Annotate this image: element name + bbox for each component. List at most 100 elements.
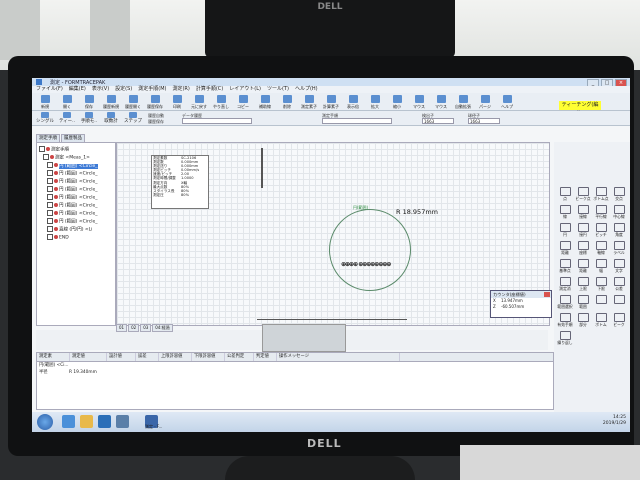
data-history-combo[interactable] (182, 118, 252, 124)
command-button[interactable]: 交点 (610, 186, 628, 202)
command-button[interactable]: ピッチ (592, 222, 610, 238)
counter-close-icon[interactable] (544, 292, 550, 297)
menu-view[interactable]: 表示(V) (92, 86, 109, 93)
command-button[interactable] (610, 294, 628, 310)
tree-checkbox[interactable] (47, 218, 53, 224)
toolbar-button[interactable]: 履歴保存 (144, 93, 166, 111)
system-clock[interactable]: 14:25 2019/1/29 (603, 415, 626, 427)
command-button[interactable]: 測定消 (556, 276, 574, 292)
menu-edit[interactable]: 編集(E) (69, 86, 86, 93)
command-button[interactable]: 繰り返し (556, 330, 574, 346)
command-button[interactable]: 文字 (610, 258, 628, 274)
menu-measure[interactable]: 測定(R) (172, 86, 189, 93)
tree-item[interactable]: 円 (範囲) <Circle_ (47, 210, 98, 217)
menu-layout[interactable]: レイアウト(L) (229, 86, 261, 93)
menu-calc[interactable]: 計算手順(C) (196, 86, 223, 93)
command-button[interactable]: 下限 (592, 276, 610, 292)
procedure-mode-button[interactable]: 手順モ.. (78, 112, 100, 124)
view-tab[interactable]: 01 (116, 324, 128, 332)
command-button[interactable]: ラベル (610, 240, 628, 256)
command-button[interactable]: 円 (556, 222, 574, 238)
toolbar-button[interactable]: ヘルプ (496, 93, 518, 111)
command-button[interactable]: 距離 (556, 240, 574, 256)
toolbar-button[interactable]: 測定素子 (298, 93, 320, 111)
toolbar-button[interactable]: 履歴新規 (100, 93, 122, 111)
step-button[interactable]: ステップ (122, 112, 144, 124)
command-button[interactable]: 点 (556, 186, 574, 202)
detector-combo[interactable]: 1663 (422, 118, 454, 124)
toolbar-button[interactable]: パージ (474, 93, 496, 111)
command-button[interactable]: 公差 (610, 276, 628, 292)
toolbar-button[interactable]: 開く (56, 93, 78, 111)
toolbar-button[interactable]: 拡大 (364, 93, 386, 111)
tree-checkbox[interactable] (47, 170, 53, 176)
command-button[interactable] (592, 294, 610, 310)
command-button[interactable]: ボトム (592, 312, 610, 328)
command-button[interactable]: 基準点 (556, 258, 574, 274)
view-tab[interactable]: 03 (140, 324, 152, 332)
view-tab[interactable]: 04:経過 (152, 324, 173, 332)
tree-checkbox[interactable] (47, 186, 53, 192)
toolbar-button[interactable]: 自動拡張 (452, 93, 474, 111)
command-button[interactable]: 幅 (592, 258, 610, 274)
graphics-canvas[interactable]: 測定素数 SC-2106 測定数 0.000mm 測定送り 0.000mm 測定ピッチ 0.0… (116, 142, 550, 326)
command-button[interactable]: ピーク点 (574, 186, 592, 202)
command-button[interactable]: 接線 (574, 204, 592, 220)
toolbar-button[interactable]: マウス (408, 93, 430, 111)
teach-button[interactable]: ティー.. (56, 112, 78, 124)
toolbar-button[interactable]: 元に戻す (188, 93, 210, 111)
tree-item[interactable]: 直線 (円/円) <Li (47, 226, 92, 233)
result-row[interactable]: 円(範囲) <Ci... (37, 362, 553, 369)
command-button[interactable]: 中心線 (610, 204, 628, 220)
tree-item[interactable]: 測定 <Meas_1> (43, 154, 90, 161)
command-button[interactable]: 範囲 (574, 294, 592, 310)
toolbar-button[interactable]: マウス (430, 93, 452, 111)
probe-combo[interactable]: 1663 (468, 118, 500, 124)
toolbar-button[interactable]: コピー (232, 93, 254, 111)
toolbar-button[interactable]: やり直し (210, 93, 232, 111)
measure-proc-combo[interactable] (322, 118, 392, 124)
tree-checkbox[interactable] (39, 146, 45, 152)
toolbar-button[interactable]: 新規 (34, 93, 56, 111)
menu-procedure[interactable]: 測定手順(M) (138, 86, 166, 93)
overview-preview[interactable] (262, 324, 346, 352)
tree-item[interactable]: 円 (範囲) <Circle_ (47, 162, 98, 169)
single-button[interactable]: シングル (34, 112, 56, 124)
tree-item[interactable]: 円 (範囲) <Circle_ (47, 194, 98, 201)
tree-item[interactable]: 円 (範囲) <Circle_ (47, 202, 98, 209)
result-row[interactable]: 半径 R 19.340mm (37, 369, 553, 376)
tree-item[interactable]: 測定手順 (39, 146, 69, 153)
measured-circle[interactable] (329, 209, 411, 291)
command-button[interactable]: 角度 (610, 222, 628, 238)
menu-settings[interactable]: 設定(S) (115, 86, 132, 93)
command-button[interactable]: 上限 (574, 276, 592, 292)
tree-checkbox[interactable] (47, 234, 53, 240)
toolbar-button[interactable]: 縮小 (386, 93, 408, 111)
tree-checkbox[interactable] (47, 202, 53, 208)
ie-icon[interactable] (62, 415, 75, 428)
view-tab[interactable]: 02 (128, 324, 140, 332)
command-button[interactable]: 部分 (574, 312, 592, 328)
command-button[interactable]: 座標 (574, 240, 592, 256)
toolbar-button[interactable]: 印刷 (166, 93, 188, 111)
tree-item[interactable]: 円 (範囲) <Circle_ (47, 170, 98, 177)
toolbar-button[interactable]: 計算素子 (320, 93, 342, 111)
command-button[interactable]: 範囲選択 (556, 294, 574, 310)
menu-tools[interactable]: ツール(T) (267, 86, 289, 93)
command-button[interactable]: ピーク (610, 312, 628, 328)
menu-file[interactable]: ファイル(F) (36, 86, 63, 93)
toolbar-button[interactable]: 補助線 (254, 93, 276, 111)
command-button[interactable]: 距離 (574, 258, 592, 274)
toolbar-button[interactable]: 保存 (78, 93, 100, 111)
tree-item[interactable]: 円 (範囲) <Circle_ (47, 178, 98, 185)
media-icon[interactable] (98, 415, 111, 428)
toolbar-button[interactable]: 履歴開く (122, 93, 144, 111)
toolbar-button[interactable]: 削除 (276, 93, 298, 111)
command-button[interactable]: 平行線 (592, 204, 610, 220)
command-button[interactable]: 接円 (574, 222, 592, 238)
tree-checkbox[interactable] (43, 154, 49, 160)
command-button[interactable]: 有効手順 (556, 312, 574, 328)
tree-item[interactable]: END (47, 234, 69, 241)
app-task-icon[interactable] (116, 415, 129, 428)
menu-help[interactable]: ヘルプ(H) (295, 86, 318, 93)
